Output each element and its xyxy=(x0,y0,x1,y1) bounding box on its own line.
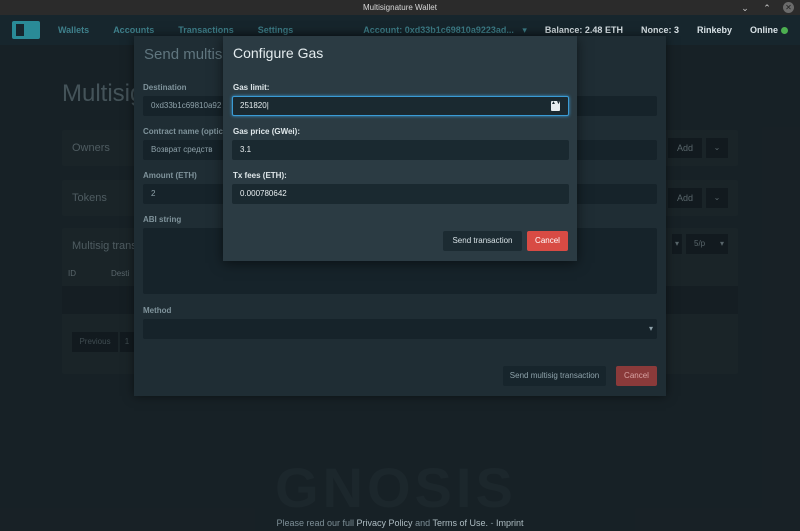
window-title: Multisignature Wallet xyxy=(363,3,437,12)
online-status: Online xyxy=(750,25,788,35)
nav-settings[interactable]: Settings xyxy=(258,25,294,35)
nav-wallets[interactable]: Wallets xyxy=(58,25,89,35)
gas-cancel-button[interactable]: Cancel xyxy=(527,231,568,251)
send-modal-title: Send multisi xyxy=(144,46,226,63)
nav-transactions[interactable]: Transactions xyxy=(178,25,234,35)
stepper-icon[interactable]: ▲▼ xyxy=(551,101,561,111)
gas-limit-label: Gas limit: xyxy=(233,83,270,92)
network-label: Rinkeby xyxy=(696,25,732,35)
gas-price-label: Gas price (GWei): xyxy=(233,127,300,136)
gas-price-input[interactable]: 3.1 xyxy=(232,140,569,160)
gas-limit-input[interactable]: 251820| ▲▼ xyxy=(232,96,569,116)
method-label: Method xyxy=(143,306,172,315)
nav-accounts[interactable]: Accounts xyxy=(113,25,154,35)
gas-modal-title: Configure Gas xyxy=(233,45,324,61)
gas-limit-value: 251820 xyxy=(240,101,267,110)
close-icon[interactable]: ✕ xyxy=(783,2,794,13)
imprint-link[interactable]: Imprint xyxy=(496,518,524,528)
account-label: Account: 0xd33b1c69810a9223ad... xyxy=(363,24,514,35)
send-transaction-button[interactable]: Send transaction xyxy=(443,231,522,251)
amount-label: Amount (ETH) xyxy=(143,171,197,180)
send-cancel-button[interactable]: Cancel xyxy=(616,366,657,386)
status-dot-icon xyxy=(781,27,788,35)
account-selector[interactable]: Account: 0xd33b1c69810a9223ad... ▾ xyxy=(363,25,527,36)
tx-fees-label: Tx fees (ETH): xyxy=(233,171,287,180)
tx-fees-input[interactable]: 0.000780642 xyxy=(232,184,569,204)
privacy-policy-link[interactable]: Privacy Policy xyxy=(357,518,413,528)
footer: Please read our full Privacy Policy and … xyxy=(276,518,524,528)
balance-label: Balance: 2.48 ETH xyxy=(544,25,623,35)
chevron-down-icon: ▾ xyxy=(522,24,527,35)
nonce-label: Nonce: 3 xyxy=(640,25,679,35)
terms-of-use-link[interactable]: Terms of Use. xyxy=(432,518,488,528)
maximize-icon[interactable]: ⌃ xyxy=(761,3,773,13)
abi-string-label: ABI string xyxy=(143,215,182,224)
configure-gas-modal: Configure Gas Gas limit: 251820| ▲▼ Gas … xyxy=(223,36,577,261)
window-titlebar: Multisignature Wallet ⌄ ⌃ ✕ xyxy=(0,0,800,15)
minimize-icon[interactable]: ⌄ xyxy=(739,3,751,13)
method-select[interactable] xyxy=(143,319,657,339)
contract-name-label: Contract name (optic xyxy=(143,127,224,136)
wallet-logo-icon[interactable] xyxy=(12,21,40,39)
send-multisig-button[interactable]: Send multisig transaction xyxy=(503,366,606,386)
destination-label: Destination xyxy=(143,83,187,92)
